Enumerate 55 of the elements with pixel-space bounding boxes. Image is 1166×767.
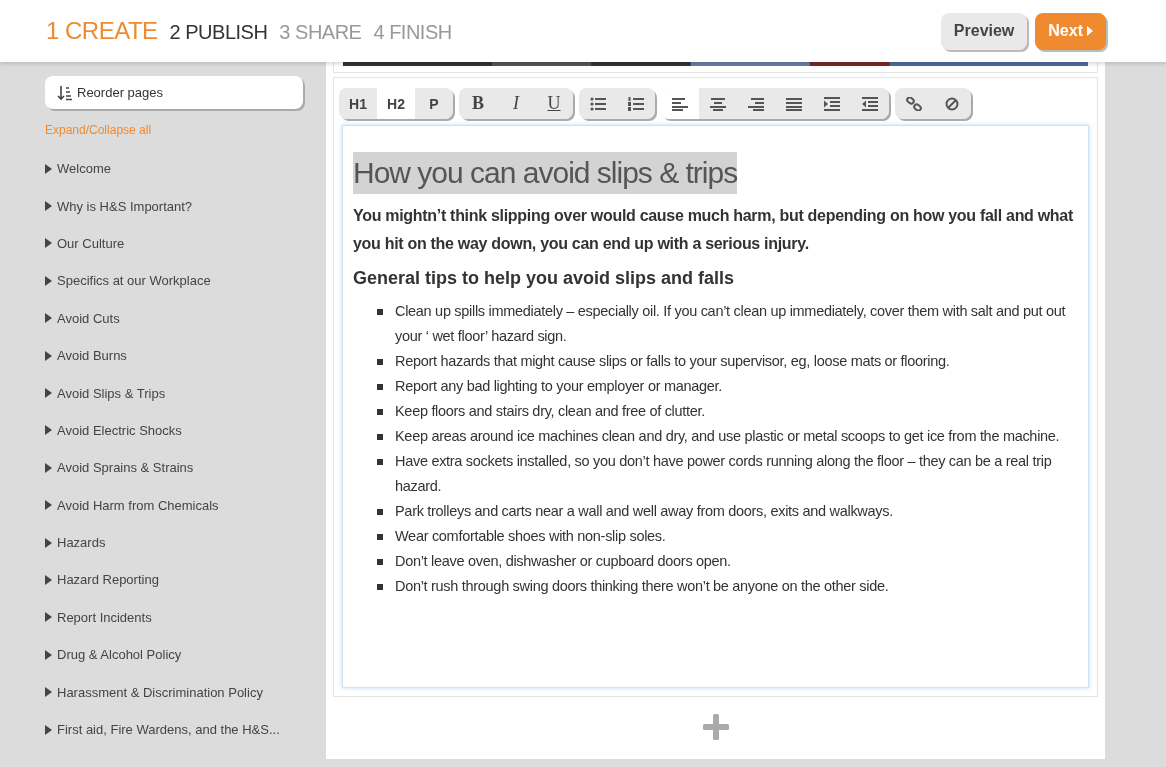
bullet-icon (377, 559, 383, 565)
tip-text: Report any bad lighting to your employer or manager. (395, 377, 722, 396)
indent-icon (824, 96, 840, 111)
page-item[interactable]: Why is H&S Important? (45, 187, 304, 225)
link-icon (906, 96, 922, 111)
page-item[interactable]: First aid, Fire Wardens, and the H&S... (45, 710, 304, 749)
outdent-icon (862, 96, 878, 111)
page-item[interactable]: Avoid Sprains & Strains (45, 449, 304, 487)
format-button[interactable]: H2 (377, 88, 415, 119)
section-heading: General tips to help you avoid slips and falls (353, 268, 736, 289)
page-item[interactable]: Avoid Electric Shocks (45, 411, 304, 450)
page-item[interactable]: Welcome (45, 150, 304, 188)
page-item[interactable]: Harassment & Discrimination Policy (45, 673, 304, 711)
align-left-icon (672, 96, 688, 111)
justify-icon (786, 96, 802, 111)
page-item[interactable]: Avoid Harm from Chemicals (45, 486, 304, 524)
bullet-icon (377, 309, 383, 315)
tip-text: Park trolleys and carts near a wall and well away from doors, exits and walkways. (395, 502, 893, 521)
page-item[interactable]: Avoid Cuts (45, 299, 304, 337)
tip-text: Have extra sockets installed, so you don’t have power cords running along the floor – they can be a real trip hazard. (395, 452, 1053, 496)
page-item[interactable]: Hazards (45, 523, 304, 562)
caret-icon (1087, 26, 1093, 36)
page-item[interactable]: Drug & Alcohol Policy (45, 636, 304, 674)
sort-icon (57, 84, 73, 101)
tip-text: Wear comfortable shoes with non-slip soles. (395, 527, 666, 546)
tip-text: Don’t rush through swing doors thinking there won’t be anyone on the other side. (395, 577, 889, 596)
align-right-icon (748, 96, 764, 111)
tip-text: Keep areas around ice machines clean and dry, and use plastic or metal scoops to get ice from the machine. (395, 427, 1060, 446)
page-item[interactable]: Avoid Burns (45, 336, 304, 375)
page-item[interactable]: Specifics at our Workplace (45, 262, 304, 300)
bullet-list-icon (590, 96, 606, 111)
bullet-icon (377, 409, 383, 415)
numbered-list-icon (628, 96, 644, 111)
clear-format-icon (944, 96, 960, 111)
bullet-icon (377, 584, 383, 590)
tip-text: Report hazards that might cause slips or falls to your supervisor, eg, loose mats or flooring. (395, 352, 950, 371)
bullet-icon (377, 359, 383, 365)
tip-text: Clean up spills immediately – especially oil. If you can’t clean up immediately, cover them with salt and put out your ‘ wet floor’ hazard sign. (395, 302, 1067, 346)
bullet-icon (377, 459, 383, 465)
bullet-icon (377, 434, 383, 440)
page-item[interactable]: Avoid Slips & Trips (45, 374, 304, 412)
page-item[interactable]: Report Incidents (45, 598, 304, 637)
bullet-icon (377, 534, 383, 540)
page-item[interactable]: Our Culture (45, 224, 304, 263)
tip-text: Keep floors and stairs dry, clean and free of clutter. (395, 402, 705, 421)
bullet-icon (377, 384, 383, 390)
page-item[interactable]: Hazard Reporting (45, 561, 304, 599)
reorder-pages-button[interactable]: Reorder pages (45, 76, 303, 109)
wizard-step[interactable]: 2 PUBLISH (169, 21, 268, 44)
intro-paragraph: You mightn’t think slipping over would cause much harm, but depending on how you fall and what you hit on the way down, you can end up with a serious injury. (353, 206, 1074, 254)
preview-button[interactable]: Preview (940, 12, 1028, 50)
bullet-icon (377, 509, 383, 515)
page-heading: How you can avoid slips & trips (353, 152, 738, 194)
tip-text: Don’t leave oven, dishwasher or cupboard doors open. (395, 552, 731, 571)
align-center-icon (710, 96, 726, 111)
